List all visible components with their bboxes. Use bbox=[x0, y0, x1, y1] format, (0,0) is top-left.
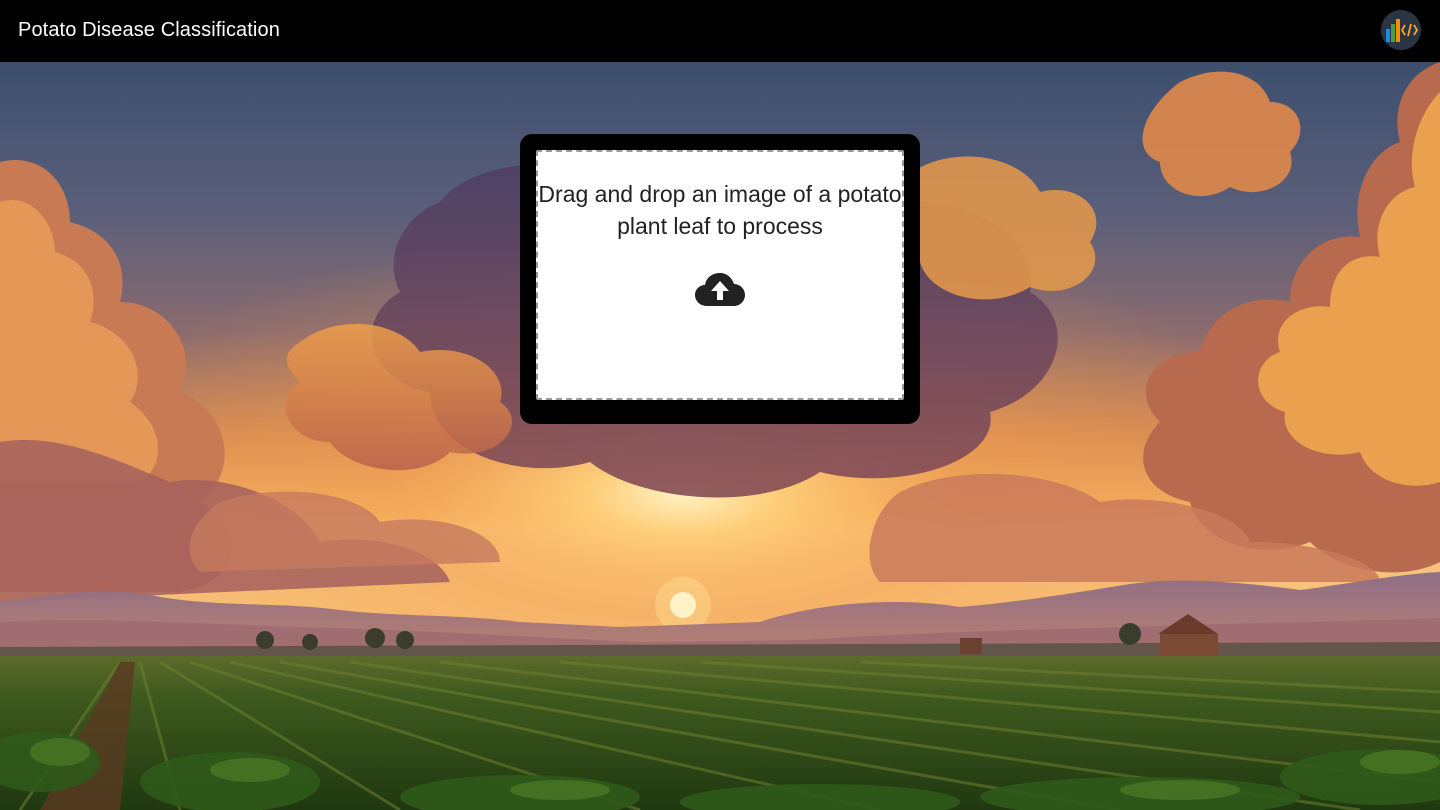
top-app-bar: Potato Disease Classification bbox=[0, 0, 1440, 62]
upload-card: Drag and drop an image of a potato plant… bbox=[520, 134, 920, 424]
bar-chart-code-logo-icon[interactable] bbox=[1381, 10, 1421, 50]
image-dropzone[interactable]: Drag and drop an image of a potato plant… bbox=[536, 150, 904, 400]
dropzone-message: Drag and drop an image of a potato plant… bbox=[538, 181, 902, 239]
app-root: Potato Disease Classification Drag and d… bbox=[0, 0, 1440, 810]
app-title: Potato Disease Classification bbox=[18, 19, 280, 41]
cloud-upload-icon[interactable] bbox=[694, 270, 746, 310]
